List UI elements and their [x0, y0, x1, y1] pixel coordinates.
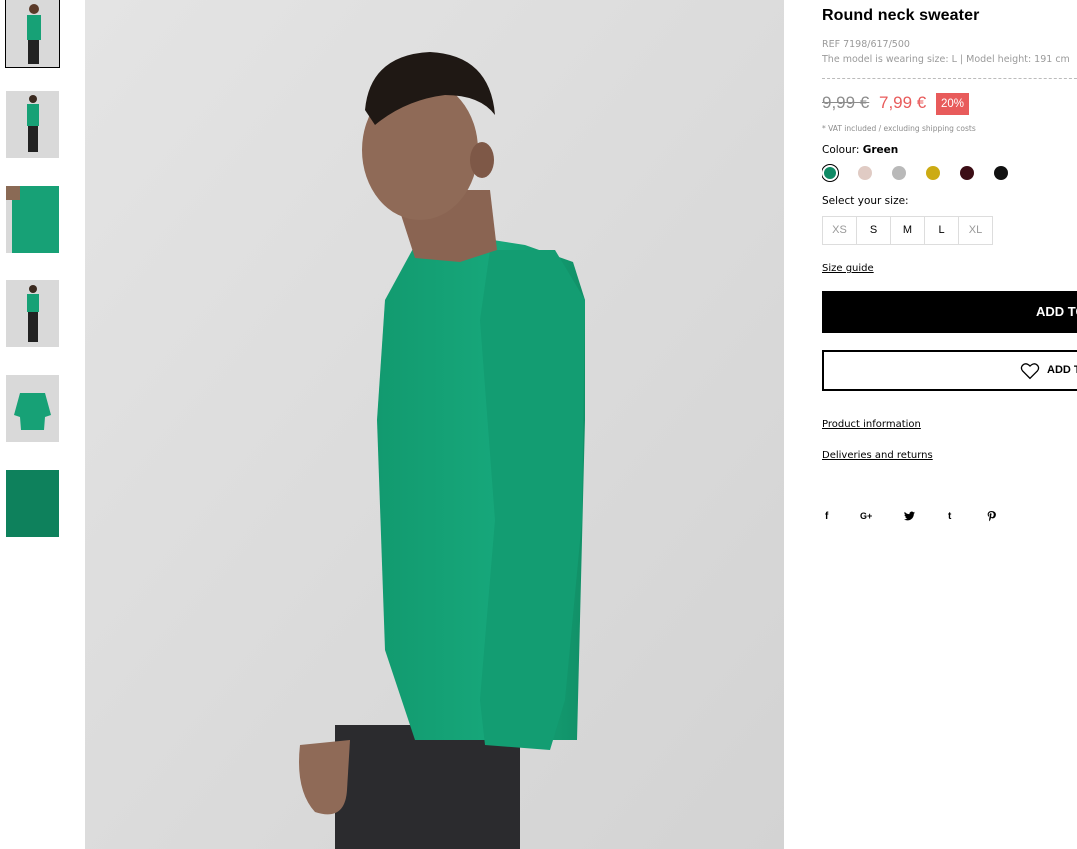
colour-swatches	[822, 166, 1022, 180]
add-to-wishlist-label: ADD T	[1047, 364, 1077, 376]
colour-swatch-burgundy[interactable]	[960, 166, 974, 180]
size-selector: XS S M L XL	[822, 216, 993, 245]
thumbnail-4[interactable]	[6, 280, 59, 347]
size-option-xs[interactable]: XS	[822, 216, 857, 245]
size-guide-link[interactable]: Size guide	[822, 263, 874, 274]
facebook-icon[interactable]: f	[825, 511, 828, 522]
size-option-l[interactable]: L	[924, 216, 959, 245]
size-option-m[interactable]: M	[890, 216, 925, 245]
product-information-link[interactable]: Product information	[822, 419, 921, 430]
size-label: Select your size:	[822, 195, 909, 207]
pinterest-icon-svg	[987, 511, 996, 522]
thumbnail-3[interactable]	[6, 186, 59, 253]
thumbnail-5[interactable]	[6, 375, 59, 442]
product-reference: REF 7198/617/500	[822, 39, 910, 50]
sale-price: 7,99 €	[879, 93, 927, 112]
social-share: f G+ t	[822, 511, 1022, 525]
thumbnail-2[interactable]	[6, 91, 59, 158]
product-details-panel: Round neck sweater REF 7198/617/500 The …	[822, 0, 1077, 849]
add-to-wishlist-button[interactable]: ADD T	[822, 350, 1077, 391]
main-product-image	[85, 0, 784, 849]
colour-swatch-mustard[interactable]	[926, 166, 940, 180]
thumbnail-1[interactable]	[5, 0, 60, 68]
vat-note: * VAT included / excluding shipping cost…	[822, 124, 976, 133]
model-info: The model is wearing size: L | Model hei…	[822, 54, 1070, 65]
twitter-icon[interactable]	[904, 511, 915, 524]
divider	[822, 78, 1077, 79]
selected-colour-name: Green	[862, 144, 899, 156]
deliveries-returns-link[interactable]: Deliveries and returns	[822, 450, 933, 461]
heart-icon	[1020, 363, 1040, 380]
colour-swatch-beige[interactable]	[858, 166, 872, 180]
colour-label-text: Colour:	[822, 144, 863, 156]
size-option-xl[interactable]: XL	[958, 216, 993, 245]
colour-swatch-green[interactable]	[824, 167, 836, 179]
size-option-s[interactable]: S	[856, 216, 891, 245]
product-title: Round neck sweater	[822, 7, 980, 24]
original-price: 9,99 €	[822, 93, 870, 112]
add-to-cart-label: ADD TO	[1036, 304, 1077, 319]
google-plus-icon[interactable]: G+	[860, 511, 872, 521]
tumblr-icon[interactable]: t	[948, 511, 951, 522]
colour-label: Colour: Green	[822, 144, 898, 156]
add-to-cart-button[interactable]: ADD TO	[822, 291, 1077, 333]
thumbnail-6[interactable]	[6, 470, 59, 537]
pinterest-icon[interactable]	[987, 511, 996, 525]
colour-swatch-black[interactable]	[994, 166, 1008, 180]
twitter-icon-svg	[904, 511, 915, 521]
discount-badge: 20%	[936, 93, 969, 115]
colour-swatch-grey[interactable]	[892, 166, 906, 180]
